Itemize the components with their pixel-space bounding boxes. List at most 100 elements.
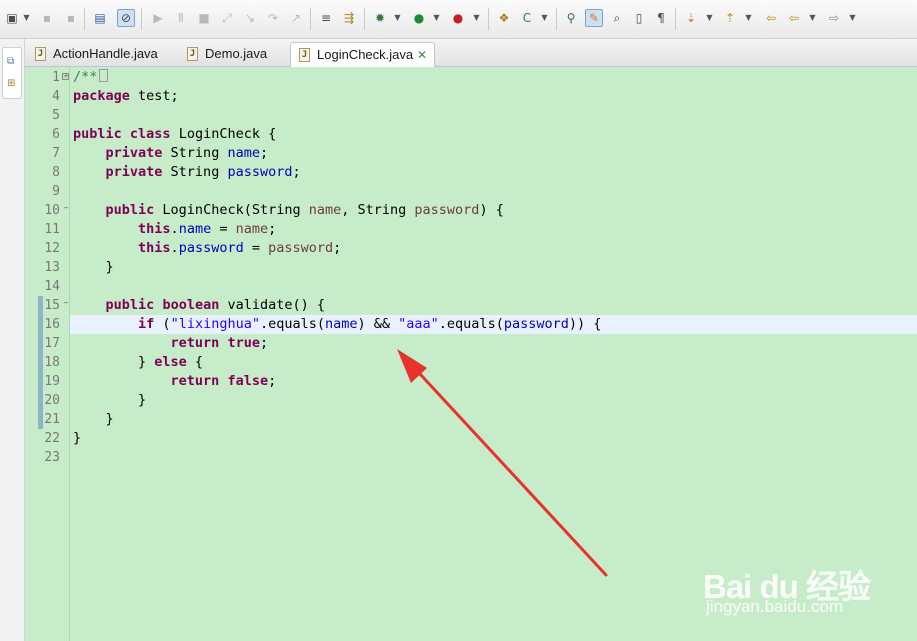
toggle-block-selection-icon[interactable]: ▯ (630, 9, 648, 27)
step-return-icon[interactable]: ↗ (287, 9, 305, 27)
new-dropdown-icon[interactable]: ▼ (22, 9, 31, 27)
search-icon[interactable]: ⌕ (608, 9, 626, 27)
line-number: 13 (44, 260, 60, 275)
line-number: 5 (52, 108, 60, 123)
java-file-icon: J (35, 47, 46, 61)
collapse-fold-icon[interactable]: − (62, 300, 70, 309)
last-edit-location-icon[interactable]: ⇦ (762, 9, 780, 27)
line-number: 4 (52, 89, 60, 104)
suspend-icon[interactable]: Ⅱ (172, 9, 190, 27)
step-over-icon[interactable]: ↷ (264, 9, 282, 27)
console-icon[interactable]: ▤ (91, 9, 109, 27)
line-number: 10 (44, 203, 60, 218)
code-line[interactable]: /** (73, 68, 109, 87)
baidu-watermark-url: jingyan.baidu.com (706, 597, 844, 616)
open-type-icon[interactable]: ⚲ (562, 9, 580, 27)
line-number: 14 (44, 279, 60, 294)
code-editor[interactable]: 1 4 5 6 7 8 9 10 11 12 13 14 15 16 17 18… (25, 67, 917, 641)
back-icon[interactable]: ⇦ (785, 9, 803, 27)
line-number: 8 (52, 165, 60, 180)
new-icon[interactable]: ▣ (3, 9, 21, 27)
code-line[interactable]: private String name; (73, 144, 269, 163)
tab-actionhandle[interactable]: J ActionHandle.java (27, 42, 158, 67)
debug-dropdown-icon[interactable]: ▼ (393, 9, 402, 27)
line-number: 12 (44, 241, 60, 256)
line-number: 9 (52, 184, 60, 199)
restore-icon[interactable]: ⧉ (7, 56, 18, 67)
line-number: 7 (52, 146, 60, 161)
code-line[interactable]: private String password; (73, 163, 301, 182)
code-line[interactable]: } else { (73, 353, 203, 372)
skip-breakpoints-icon[interactable]: ⊘ (117, 9, 135, 27)
code-line[interactable]: return true; (73, 334, 269, 353)
show-whitespace-icon[interactable]: ¶ (652, 9, 670, 27)
minimized-view-stack: ⧉ ⊞ (2, 47, 22, 99)
save-all-icon[interactable]: ▪ (62, 9, 80, 27)
line-number: 21 (44, 412, 60, 427)
code-line[interactable]: } (73, 429, 81, 448)
debug-icon[interactable]: ✹ (371, 9, 389, 27)
disconnect-icon[interactable]: ⤢ (218, 9, 236, 27)
code-line[interactable]: } (73, 391, 146, 410)
line-number: 23 (44, 450, 60, 465)
java-file-icon: J (299, 48, 310, 62)
resume-icon[interactable]: ▶ (149, 9, 167, 27)
new-class-icon[interactable]: C (518, 9, 536, 27)
tab-label: ActionHandle.java (53, 46, 158, 61)
previous-annotation-dropdown-icon[interactable]: ▼ (744, 9, 753, 27)
line-number-gutter: 1 4 5 6 7 8 9 10 11 12 13 14 15 16 17 18… (43, 67, 70, 641)
next-annotation-icon[interactable]: ⇣ (682, 9, 700, 27)
code-line[interactable]: this.name = name; (73, 220, 276, 239)
code-line[interactable]: this.password = password; (73, 239, 341, 258)
line-number: 11 (44, 222, 60, 237)
line-number: 18 (44, 355, 60, 370)
line-number: 1 (52, 70, 60, 85)
quick-diff-ruler (31, 67, 43, 641)
run-last-dropdown-icon[interactable]: ▼ (472, 9, 481, 27)
code-line[interactable]: package test; (73, 87, 179, 106)
run-icon[interactable]: ● (410, 9, 428, 27)
line-number: 22 (44, 431, 60, 446)
left-trim-bar: ⧉ ⊞ (0, 39, 25, 641)
line-number: 15 (44, 298, 60, 313)
step-into-icon[interactable]: ↘ (241, 9, 259, 27)
line-number: 16 (44, 317, 60, 332)
main-toolbar: ▣ ▼ ▪ ▪ ▤ ⊘ ▶ Ⅱ ■ ⤢ ↘ ↷ ↗ ≡ ⇶ ✹ ▼ ● ▼ ● … (0, 0, 917, 39)
code-line[interactable]: return false; (73, 372, 277, 391)
tab-label: LoginCheck.java (317, 47, 414, 62)
run-last-icon[interactable]: ● (449, 9, 467, 27)
close-icon[interactable]: ✕ (417, 43, 427, 67)
new-java-project-icon[interactable]: ❖ (495, 9, 513, 27)
line-number: 17 (44, 336, 60, 351)
package-explorer-icon[interactable]: ⊞ (7, 78, 18, 89)
collapse-fold-icon[interactable]: − (62, 205, 70, 214)
mark-occurrences-icon[interactable]: ✎ (585, 9, 603, 27)
code-line[interactable]: public class LoginCheck { (73, 125, 276, 144)
save-icon[interactable]: ▪ (38, 9, 56, 27)
editor-tab-bar: J ActionHandle.java J Demo.java J LoginC… (25, 39, 917, 68)
line-number: 20 (44, 393, 60, 408)
forward-dropdown-icon[interactable]: ▼ (848, 9, 857, 27)
expand-fold-icon[interactable]: + (62, 73, 69, 80)
use-step-filters-icon[interactable]: ⇶ (340, 9, 358, 27)
tab-logincheck[interactable]: J LoginCheck.java ✕ (290, 42, 435, 68)
forward-icon[interactable]: ⇨ (825, 9, 843, 27)
terminate-icon[interactable]: ■ (195, 9, 213, 27)
code-line[interactable]: public boolean validate() { (73, 296, 326, 315)
new-class-dropdown-icon[interactable]: ▼ (540, 9, 549, 27)
tab-label: Demo.java (205, 46, 268, 61)
next-annotation-dropdown-icon[interactable]: ▼ (705, 9, 714, 27)
java-file-icon: J (187, 47, 198, 61)
code-area[interactable]: /** package test; public class LoginCheck … (70, 67, 917, 641)
line-number: 19 (44, 374, 60, 389)
back-dropdown-icon[interactable]: ▼ (808, 9, 817, 27)
run-dropdown-icon[interactable]: ▼ (432, 9, 441, 27)
code-line[interactable]: } (73, 410, 114, 429)
tab-demo[interactable]: J Demo.java (179, 42, 279, 67)
code-line[interactable]: public LoginCheck(String name, String pa… (73, 201, 504, 220)
previous-annotation-icon[interactable]: ⇡ (721, 9, 739, 27)
drop-to-frame-icon[interactable]: ≡ (317, 9, 335, 27)
code-line[interactable]: if ("lixinghua".equals(name) && "aaa".eq… (73, 315, 601, 334)
code-line[interactable]: } (73, 258, 114, 277)
line-number: 6 (52, 127, 60, 142)
